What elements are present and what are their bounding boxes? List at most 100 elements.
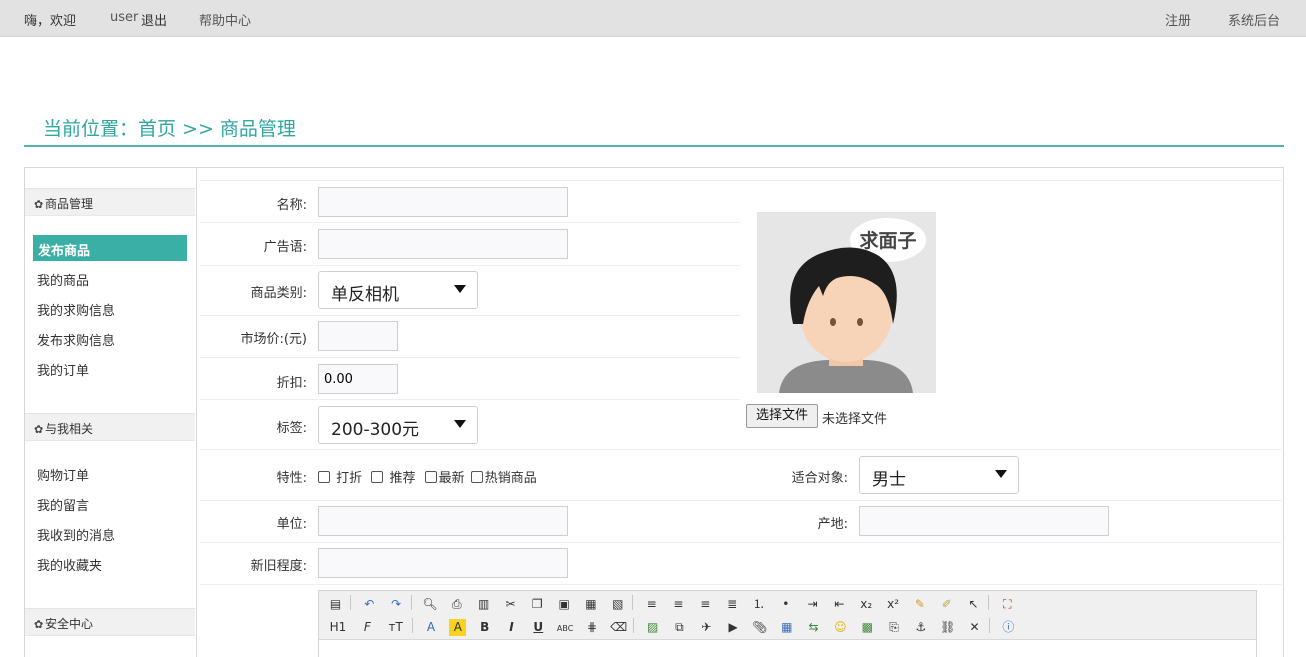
line-height-icon[interactable]: ⋕ bbox=[583, 619, 600, 636]
copy-icon[interactable]: ❐ bbox=[529, 596, 546, 613]
checkbox-hot[interactable] bbox=[470, 471, 483, 483]
select-all-icon[interactable]: ✐ bbox=[938, 596, 955, 613]
features-checkboxes: 打折 推荐 最新 热销商品 bbox=[318, 467, 537, 486]
dropdown-arrow-icon bbox=[995, 470, 1007, 478]
unlink-icon[interactable]: ✕ bbox=[966, 619, 983, 636]
category-select[interactable]: 单反相机 bbox=[318, 271, 478, 309]
gear-icon: ✿ bbox=[34, 618, 44, 631]
checkbox-recommend[interactable] bbox=[371, 471, 384, 483]
name-input[interactable] bbox=[318, 187, 568, 217]
sidebar-item-my-requests[interactable]: 我的求购信息 bbox=[37, 300, 115, 319]
italic-icon[interactable]: I bbox=[503, 619, 520, 636]
sidebar-section-product[interactable]: ✿ 商品管理 bbox=[25, 188, 195, 216]
unordered-list-icon[interactable]: • bbox=[777, 596, 794, 613]
checkbox-label: 最新 bbox=[438, 471, 465, 486]
rich-text-editor[interactable]: ▤ ↶ ↷ 🔍︎ ⎙ ▥ ✂ ❐ ▣ ▦ ▧ ≡ ≡ ≡ ≣ ⒈ • ⇥ ⇤ x… bbox=[318, 590, 1257, 657]
redo-icon[interactable]: ↷ bbox=[388, 596, 405, 613]
table-icon[interactable]: ▦ bbox=[778, 619, 795, 636]
anchor-icon[interactable]: ⚓ bbox=[912, 619, 929, 636]
align-left-icon[interactable]: ≡ bbox=[643, 596, 660, 613]
sidebar-item-my-products[interactable]: 我的商品 bbox=[37, 270, 89, 289]
logout-link[interactable]: 退出 bbox=[141, 10, 167, 29]
image-icon[interactable]: ▨ bbox=[644, 619, 661, 636]
market-price-input[interactable] bbox=[318, 321, 398, 351]
checkbox-newest[interactable] bbox=[424, 471, 437, 483]
row-divider bbox=[200, 449, 1282, 450]
cut-icon[interactable]: ✂ bbox=[502, 596, 519, 613]
emoticon-icon[interactable]: ☺ bbox=[832, 619, 849, 636]
paste-text-icon[interactable]: ▦ bbox=[582, 596, 599, 613]
font-color-icon[interactable]: A bbox=[422, 619, 439, 636]
preview-icon[interactable]: 🔍︎ bbox=[421, 596, 438, 613]
font-size-icon[interactable]: тT bbox=[386, 619, 406, 636]
underline-icon[interactable]: U bbox=[530, 619, 547, 636]
remove-format-icon[interactable]: ⌫ bbox=[610, 619, 627, 636]
strikethrough-icon[interactable]: ABC bbox=[557, 620, 574, 637]
print-icon[interactable]: ⎙ bbox=[448, 596, 465, 613]
dropdown-arrow-icon bbox=[454, 285, 466, 293]
media-icon[interactable]: ▶ bbox=[725, 619, 742, 636]
sidebar-item-publish-request[interactable]: 发布求购信息 bbox=[37, 330, 115, 349]
flash-icon[interactable]: ✈ bbox=[698, 619, 715, 636]
row-divider bbox=[200, 500, 1282, 501]
source-icon[interactable]: ▤ bbox=[327, 596, 344, 613]
breadcrumb: 当前位置：首页 >> 商品管理 bbox=[43, 118, 296, 140]
font-family-icon[interactable]: F bbox=[359, 619, 376, 636]
template-icon[interactable]: ▥ bbox=[475, 596, 492, 613]
heading-icon[interactable]: H1 bbox=[327, 619, 349, 636]
link-icon[interactable]: ⛓ bbox=[939, 619, 956, 636]
condition-input[interactable] bbox=[318, 548, 568, 578]
highlight-icon[interactable]: A bbox=[449, 619, 467, 636]
checkbox-discount[interactable] bbox=[318, 471, 330, 483]
bold-icon[interactable]: B bbox=[476, 619, 493, 636]
editor-toolbar: ▤ ↶ ↷ 🔍︎ ⎙ ▥ ✂ ❐ ▣ ▦ ▧ ≡ ≡ ≡ ≣ ⒈ • ⇥ ⇤ x… bbox=[319, 591, 1256, 640]
sidebar: ✿ 商品管理 发布商品 我的商品 我的求购信息 发布求购信息 我的订单 ✿ 与我相关… bbox=[24, 167, 197, 657]
sidebar-item-publish-product[interactable]: 发布商品 bbox=[33, 235, 187, 261]
paste-word-icon[interactable]: ▧ bbox=[609, 596, 626, 613]
sidebar-item-shopping-orders[interactable]: 购物订单 bbox=[37, 465, 89, 484]
discount-input[interactable] bbox=[318, 364, 398, 394]
gear-icon: ✿ bbox=[34, 423, 44, 436]
sidebar-section-security[interactable]: ✿ 安全中心 bbox=[25, 608, 195, 636]
no-file-text: 未选择文件 bbox=[822, 412, 888, 427]
audience-select-value: 男士 bbox=[872, 470, 906, 490]
insert-code-icon[interactable]: ⇆ bbox=[805, 619, 822, 636]
origin-input[interactable] bbox=[859, 506, 1109, 536]
sidebar-section-title: 与我相关 bbox=[45, 422, 94, 436]
discount-label: 折扣: bbox=[276, 376, 307, 391]
sidebar-item-my-messages[interactable]: 我的留言 bbox=[37, 495, 89, 514]
pointer-icon[interactable]: ↖ bbox=[965, 596, 982, 613]
undo-icon[interactable]: ↶ bbox=[361, 596, 378, 613]
sidebar-item-received-messages[interactable]: 我收到的消息 bbox=[37, 525, 115, 544]
admin-link[interactable]: 系统后台 bbox=[1228, 10, 1280, 29]
align-center-icon[interactable]: ≡ bbox=[670, 596, 687, 613]
help-center-link[interactable]: 帮助中心 bbox=[199, 10, 251, 29]
superscript-icon[interactable]: x² bbox=[885, 596, 902, 613]
audience-select[interactable]: 男士 bbox=[859, 456, 1019, 494]
justify-icon[interactable]: ≣ bbox=[724, 596, 741, 613]
clear-format-icon[interactable]: ✎ bbox=[911, 596, 928, 613]
sidebar-item-my-orders[interactable]: 我的订单 bbox=[37, 360, 89, 379]
paste-icon[interactable]: ▣ bbox=[556, 596, 573, 613]
multi-image-icon[interactable]: ⧉ bbox=[671, 619, 688, 636]
baidu-map-icon[interactable]: ▩ bbox=[859, 619, 876, 636]
attachment-icon[interactable]: 📎︎ bbox=[751, 619, 768, 636]
sidebar-section-related[interactable]: ✿ 与我相关 bbox=[25, 413, 195, 441]
subscript-icon[interactable]: x₂ bbox=[858, 596, 875, 613]
register-link[interactable]: 注册 bbox=[1165, 10, 1191, 29]
outdent-icon[interactable]: ⇤ bbox=[831, 596, 848, 613]
align-right-icon[interactable]: ≡ bbox=[697, 596, 714, 613]
slogan-input[interactable] bbox=[318, 229, 568, 259]
fullscreen-icon[interactable]: ⛶ bbox=[999, 596, 1016, 613]
tag-select[interactable]: 200-300元 bbox=[318, 406, 478, 444]
unit-input[interactable] bbox=[318, 506, 568, 536]
choose-file-button[interactable]: 选择文件 bbox=[746, 404, 818, 428]
checkbox-label: 推荐 bbox=[389, 471, 416, 486]
page-break-icon[interactable]: ⎘ bbox=[886, 619, 903, 636]
indent-icon[interactable]: ⇥ bbox=[804, 596, 821, 613]
ordered-list-icon[interactable]: ⒈ bbox=[750, 596, 767, 613]
about-icon[interactable]: ⓘ bbox=[1000, 619, 1017, 636]
sidebar-item-favorites[interactable]: 我的收藏夹 bbox=[37, 555, 102, 574]
tag-select-value: 200-300元 bbox=[331, 420, 420, 440]
category-label: 商品类别: bbox=[250, 286, 307, 301]
